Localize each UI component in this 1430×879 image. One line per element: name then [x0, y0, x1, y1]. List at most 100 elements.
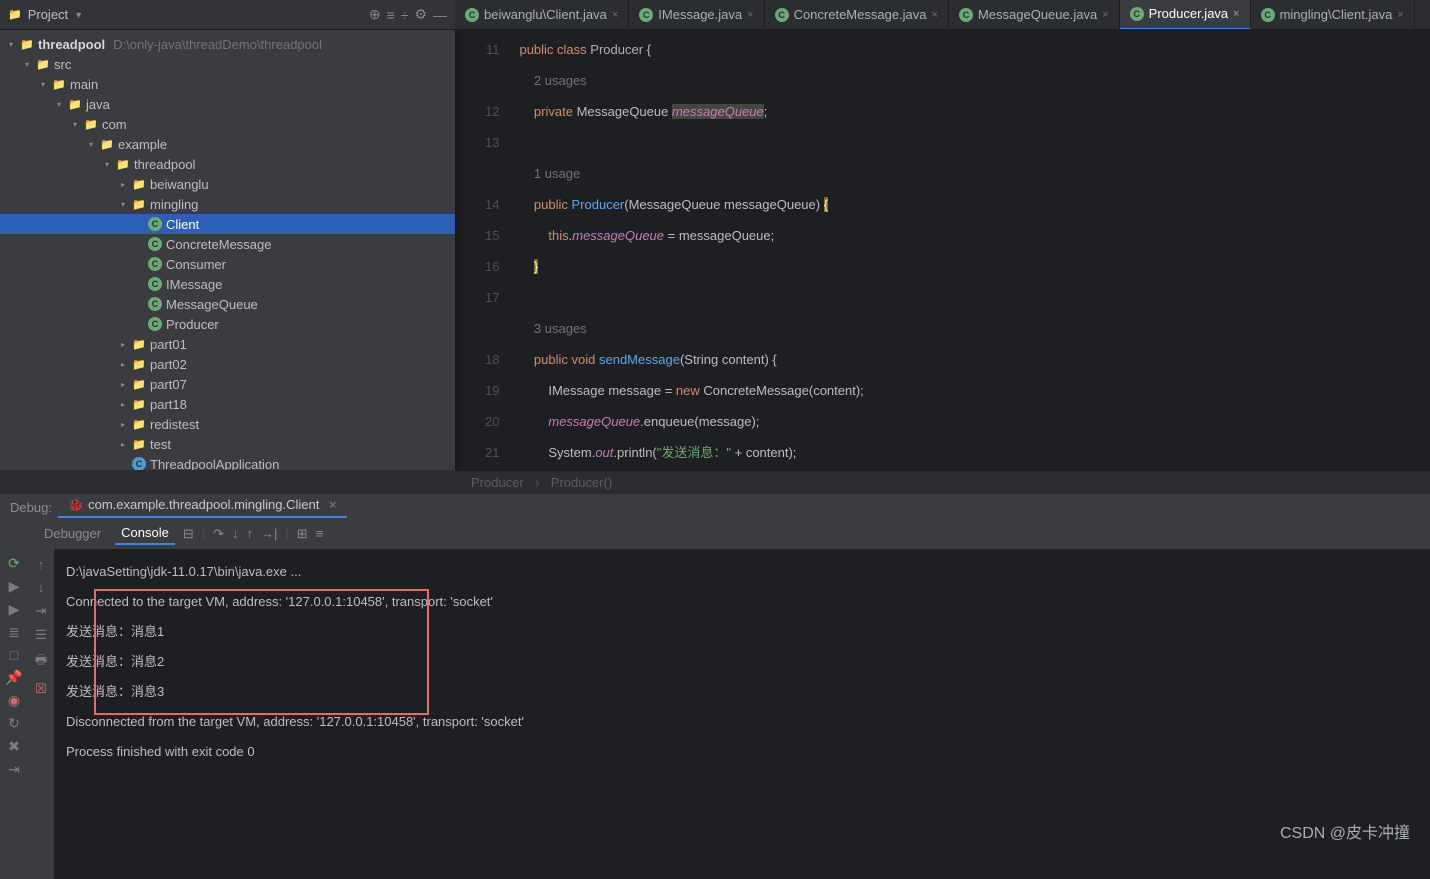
root-path: D:\only-java\threadDemo\threadpool	[113, 37, 322, 52]
tree-node[interactable]: ▾📁main	[0, 74, 455, 94]
tree-node[interactable]: ▸📁part07	[0, 374, 455, 394]
tree-node[interactable]: CMessageQueue	[0, 294, 455, 314]
print-icon[interactable]: 🖶	[35, 651, 47, 673]
run-config-tab[interactable]: 🐞com.example.threadpool.mingling.Client …	[58, 494, 347, 518]
chevron-icon[interactable]: ▾	[54, 100, 64, 109]
editor-tab[interactable]: Cbeiwanglu\Client.java×	[455, 0, 629, 30]
tree-node[interactable]: CProducer	[0, 314, 455, 334]
sort-icon[interactable]: ≡	[387, 7, 395, 23]
editor-tab[interactable]: CConcreteMessage.java×	[765, 0, 949, 30]
camera-icon[interactable]: ◉	[8, 692, 20, 709]
editor-tab[interactable]: CProducer.java×	[1120, 0, 1251, 30]
tree-node[interactable]: CConsumer	[0, 254, 455, 274]
close-icon[interactable]: ×	[932, 9, 938, 21]
trash-icon[interactable]: ↻	[8, 715, 20, 732]
tree-node[interactable]: ▸📁part18	[0, 394, 455, 414]
breadcrumb-item[interactable]: Producer()	[551, 475, 612, 490]
gear-icon[interactable]: ⚙	[414, 6, 427, 23]
filter-icon[interactable]: ⊟	[183, 526, 194, 542]
close-icon[interactable]: ×	[1397, 9, 1403, 21]
pause-icon[interactable]: ▶	[9, 601, 20, 618]
tree-node[interactable]: ▾📁java	[0, 94, 455, 114]
close-icon[interactable]: ×	[1233, 8, 1239, 20]
up-icon[interactable]: ↑	[38, 557, 45, 572]
tree-node[interactable]: CConcreteMessage	[0, 234, 455, 254]
chevron-icon[interactable]: ▸	[118, 360, 128, 369]
tree-node[interactable]: ▾📁threadpool	[0, 154, 455, 174]
chevron-icon[interactable]: ▸	[118, 340, 128, 349]
pin-icon[interactable]: 📌	[5, 669, 22, 686]
rerun-icon[interactable]: ⟳	[8, 555, 20, 572]
view-bp-icon[interactable]: ≣	[8, 624, 20, 641]
chevron-icon[interactable]: ▾	[86, 140, 96, 149]
run-to-cursor-icon[interactable]: →|	[261, 526, 277, 541]
wrap-icon[interactable]: ⇥	[36, 603, 47, 619]
chevron-icon[interactable]: ▾	[118, 200, 128, 209]
chevron-icon[interactable]: ▸	[118, 440, 128, 449]
hide-icon[interactable]: —	[433, 7, 447, 23]
tab-console[interactable]: Console	[115, 522, 175, 545]
tree-node[interactable]: ▸📁test	[0, 434, 455, 454]
chevron-icon[interactable]: ▾	[38, 80, 48, 89]
tree-label: part02	[150, 357, 187, 372]
tree-node[interactable]: ▾📁com	[0, 114, 455, 134]
tree-node[interactable]: ▾📁example	[0, 134, 455, 154]
step-over-icon[interactable]: ↷	[213, 526, 224, 542]
tree-node[interactable]: CThreadpoolApplication	[0, 454, 455, 470]
tree-node[interactable]: ▸📁part02	[0, 354, 455, 374]
folder-icon: 📁	[116, 157, 130, 171]
tree-node[interactable]: ▾📁mingling	[0, 194, 455, 214]
scroll-icon[interactable]: ☰	[35, 627, 47, 643]
breadcrumb-item[interactable]: Producer	[471, 475, 524, 490]
chevron-icon[interactable]: ▸	[118, 180, 128, 189]
line-gutter: 1112131415161718192021	[455, 30, 509, 470]
close-icon[interactable]: ×	[329, 497, 337, 512]
project-tree[interactable]: ▾ 📁 threadpool D:\only-java\threadDemo\t…	[0, 30, 455, 470]
layout-icon[interactable]: □	[10, 647, 18, 663]
code-editor[interactable]: 1112131415161718192021 public class Prod…	[455, 30, 1430, 470]
chevron-icon[interactable]: ▸	[118, 400, 128, 409]
editor-tabs: Cbeiwanglu\Client.java×CIMessage.java×CC…	[455, 0, 1430, 30]
evaluate-icon[interactable]: ⊞	[297, 526, 308, 542]
chevron-icon[interactable]: ▸	[118, 380, 128, 389]
step-into-icon[interactable]: ↓	[232, 526, 239, 541]
tree-label: main	[70, 77, 98, 92]
breadcrumb[interactable]: Producer › Producer()	[455, 470, 1430, 494]
tab-debugger[interactable]: Debugger	[38, 523, 107, 544]
chevron-down-icon: ▼	[74, 10, 83, 20]
chevron-icon[interactable]: ▾	[22, 60, 32, 69]
editor-tab[interactable]: CMessageQueue.java×	[949, 0, 1120, 30]
chevron-icon[interactable]: ▾	[102, 160, 112, 169]
more-icon[interactable]: ≡	[316, 526, 324, 541]
chevron-icon[interactable]: ▸	[118, 420, 128, 429]
tree-label: IMessage	[166, 277, 222, 292]
tree-node[interactable]: ▸📁part01	[0, 334, 455, 354]
debug-side-toolbar: ⟳ ▶ ▶ ≣ □ 📌 ◉ ↻ ✖ ⇥	[0, 549, 28, 879]
debug-header: Debug: 🐞com.example.threadpool.mingling.…	[0, 494, 1430, 518]
step-out-icon[interactable]: ↑	[247, 526, 254, 541]
tree-node[interactable]: CIMessage	[0, 274, 455, 294]
settings-icon[interactable]: ✖	[8, 738, 20, 755]
tree-node[interactable]: CClient	[0, 214, 455, 234]
help-icon[interactable]: ⇥	[8, 761, 20, 778]
chevron-icon[interactable]: ▾	[70, 120, 80, 129]
target-icon[interactable]: ⊕	[369, 6, 381, 23]
close-icon[interactable]: ×	[612, 9, 618, 21]
tree-node[interactable]: ▸📁redistest	[0, 414, 455, 434]
editor-tab[interactable]: CIMessage.java×	[629, 0, 764, 30]
close-icon[interactable]: ×	[747, 9, 753, 21]
tree-label: MessageQueue	[166, 297, 258, 312]
folder-icon: 📁	[68, 97, 82, 111]
close-icon[interactable]: ×	[1102, 9, 1108, 21]
collapse-icon[interactable]: ÷	[401, 7, 409, 23]
tree-node[interactable]: ▾📁src	[0, 54, 455, 74]
down-icon[interactable]: ↓	[38, 580, 45, 595]
project-tool-header[interactable]: 📁 Project ▼ ⊕ ≡ ÷ ⚙ —	[0, 0, 455, 30]
console-output[interactable]: D:\javaSetting\jdk-11.0.17\bin\java.exe …	[54, 549, 1430, 879]
tree-node[interactable]: ▸📁beiwanglu	[0, 174, 455, 194]
red-icon[interactable]: ☒	[35, 681, 47, 697]
editor-tab[interactable]: Cmingling\Client.java×	[1251, 0, 1415, 30]
chevron-down-icon[interactable]: ▾	[6, 40, 16, 49]
code-area[interactable]: public class Producer { 2 usages private…	[509, 30, 1430, 470]
stop-icon[interactable]: ▶	[9, 578, 20, 595]
